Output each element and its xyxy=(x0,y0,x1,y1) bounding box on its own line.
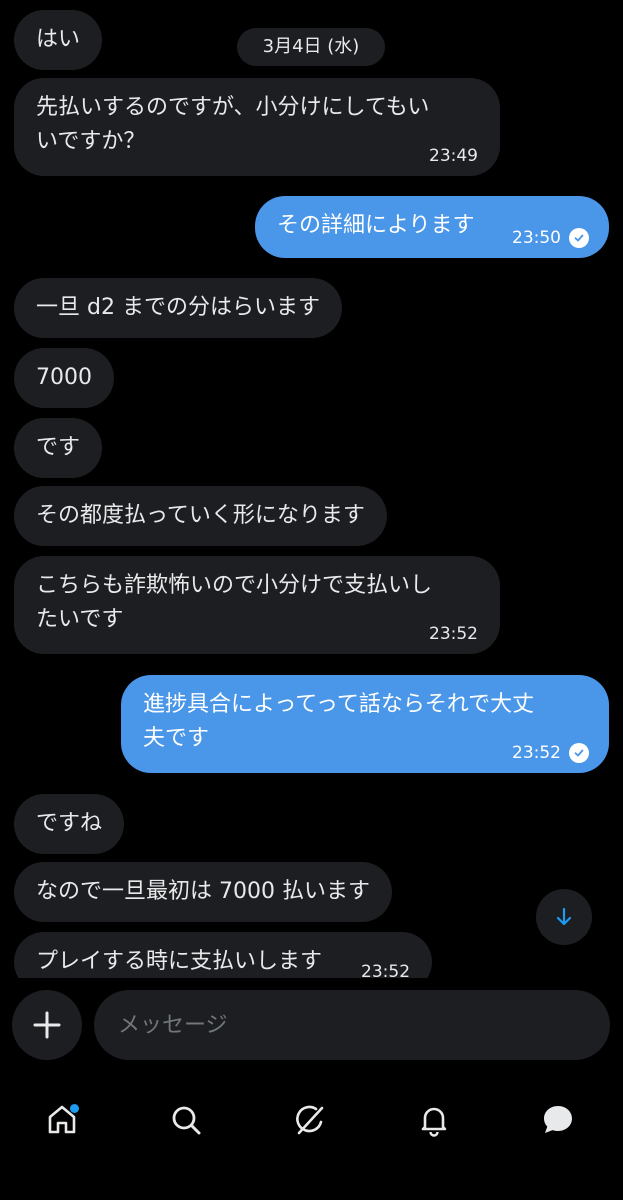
message-bubble[interactable]: ですね xyxy=(14,794,125,854)
message-bubble[interactable]: 先払いするのですが、小分けにしてもい いですか？ 23:49 xyxy=(14,78,500,176)
bell-icon xyxy=(421,1107,447,1137)
message-bubble[interactable]: 7000 xyxy=(14,348,114,408)
message-bubble[interactable]: です xyxy=(14,418,103,478)
message-bubble[interactable]: その都度払っていく形になります xyxy=(14,486,387,546)
message-text: はい xyxy=(36,27,81,52)
message-text: その詳細によります xyxy=(277,213,475,238)
message-bubble-outgoing[interactable]: 進捗具合によってって話ならそれで大丈 夫です 23:52 xyxy=(121,675,609,773)
message-text: 一旦 d2 までの分はらいます xyxy=(36,295,320,320)
grok-icon xyxy=(296,1105,324,1135)
message-bubble[interactable]: はい xyxy=(14,10,103,70)
message-bubble[interactable]: プレイする時に支払いします 23:52 xyxy=(14,932,433,978)
message-timestamp: 23:52 xyxy=(429,624,478,644)
message-text: です xyxy=(36,435,81,460)
message-text: プレイする時に支払いします xyxy=(36,949,323,974)
message-text: 先払いするのですが、小分けにしてもい xyxy=(36,95,430,120)
message-text: いですか？ xyxy=(36,129,146,154)
chat-thread[interactable]: はい 3月4日 (水) 先払いするのですが、小分けにしてもい いですか？ 23:… xyxy=(0,0,623,978)
message-input[interactable] xyxy=(94,990,610,1060)
scroll-to-bottom-button[interactable] xyxy=(536,889,592,945)
bottom-navigation xyxy=(0,1070,623,1200)
message-timestamp: 23:52 xyxy=(361,962,411,978)
nav-messages[interactable] xyxy=(528,1090,588,1150)
arrow-down-icon xyxy=(556,907,572,926)
checkmark-icon xyxy=(569,743,589,763)
plus-icon xyxy=(33,1011,61,1039)
message-bubble-outgoing[interactable]: その詳細によります 23:50 xyxy=(255,196,609,258)
checkmark-icon xyxy=(569,228,589,248)
nav-notifications[interactable] xyxy=(404,1090,464,1150)
chat-bubble-icon xyxy=(544,1106,572,1133)
message-bubble[interactable]: 一旦 d2 までの分はらいます xyxy=(14,278,342,338)
message-text: 7000 xyxy=(36,365,92,390)
message-text: ですね xyxy=(36,811,103,836)
message-text: たいです xyxy=(36,607,124,632)
nav-grok[interactable] xyxy=(280,1090,340,1150)
nav-search[interactable] xyxy=(156,1090,216,1150)
message-text: その都度払っていく形になります xyxy=(36,503,365,528)
message-timestamp: 23:49 xyxy=(429,146,478,166)
notification-dot xyxy=(70,1104,79,1113)
add-attachment-button[interactable] xyxy=(12,990,82,1060)
message-timestamp: 23:52 xyxy=(512,743,561,763)
message-text: こちらも詐欺怖いので小分けで支払いし xyxy=(36,573,433,598)
message-composer xyxy=(0,978,623,1070)
search-icon xyxy=(172,1106,201,1135)
message-text: 進捗具合によってって話ならそれで大丈 xyxy=(143,692,535,717)
date-separator: 3月4日 (水) xyxy=(237,28,385,66)
message-text: なので一旦最初は 7000 払います xyxy=(36,879,370,904)
message-bubble[interactable]: こちらも詐欺怖いので小分けで支払いし たいです 23:52 xyxy=(14,556,500,654)
message-bubble[interactable]: なので一旦最初は 7000 払います xyxy=(14,862,392,922)
nav-home[interactable] xyxy=(32,1090,92,1150)
message-timestamp: 23:50 xyxy=(512,228,561,248)
